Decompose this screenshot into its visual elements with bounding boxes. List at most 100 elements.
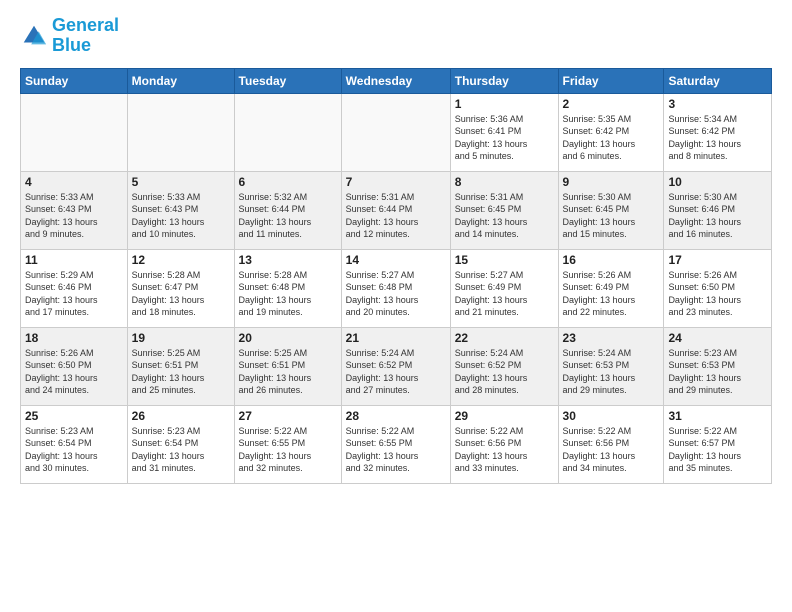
day-info: Sunrise: 5:31 AM Sunset: 6:44 PM Dayligh… [346, 191, 446, 241]
calendar-cell: 20 Sunrise: 5:25 AM Sunset: 6:51 PM Dayli… [234, 327, 341, 405]
day-info: Sunrise: 5:32 AM Sunset: 6:44 PM Dayligh… [239, 191, 337, 241]
day-number: 27 [239, 409, 337, 423]
day-number: 12 [132, 253, 230, 267]
day-info: Sunrise: 5:28 AM Sunset: 6:48 PM Dayligh… [239, 269, 337, 319]
day-info: Sunrise: 5:34 AM Sunset: 6:42 PM Dayligh… [668, 113, 767, 163]
calendar-cell: 5 Sunrise: 5:33 AM Sunset: 6:43 PM Daylig… [127, 171, 234, 249]
calendar-week-row: 11 Sunrise: 5:29 AM Sunset: 6:46 PM Dayli… [21, 249, 772, 327]
calendar-cell: 26 Sunrise: 5:23 AM Sunset: 6:54 PM Dayli… [127, 405, 234, 483]
day-info: Sunrise: 5:22 AM Sunset: 6:56 PM Dayligh… [455, 425, 554, 475]
calendar-cell: 3 Sunrise: 5:34 AM Sunset: 6:42 PM Daylig… [664, 93, 772, 171]
day-number: 7 [346, 175, 446, 189]
calendar-cell: 18Sunrise: 5:26 AM Sunset: 6:50 PM Dayli… [21, 327, 128, 405]
day-info: Sunrise: 5:22 AM Sunset: 6:57 PM Dayligh… [668, 425, 767, 475]
weekday-header-wednesday: Wednesday [341, 68, 450, 93]
calendar-cell: 24 Sunrise: 5:23 AM Sunset: 6:53 PM Dayli… [664, 327, 772, 405]
calendar-cell: 7 Sunrise: 5:31 AM Sunset: 6:44 PM Daylig… [341, 171, 450, 249]
day-number: 4 [25, 175, 123, 189]
day-number: 8 [455, 175, 554, 189]
day-number: 1 [455, 97, 554, 111]
calendar-cell: 4 Sunrise: 5:33 AM Sunset: 6:43 PM Daylig… [21, 171, 128, 249]
day-info: Sunrise: 5:29 AM Sunset: 6:46 PM Dayligh… [25, 269, 123, 319]
day-info: Sunrise: 5:26 AM Sunset: 6:50 PM Dayligh… [668, 269, 767, 319]
day-number: 11 [25, 253, 123, 267]
calendar-cell: 28Sunrise: 5:22 AM Sunset: 6:55 PM Dayli… [341, 405, 450, 483]
day-number: 25 [25, 409, 123, 423]
day-number: 10 [668, 175, 767, 189]
day-number: 30 [563, 409, 660, 423]
calendar-cell: 12 Sunrise: 5:28 AM Sunset: 6:47 PM Dayli… [127, 249, 234, 327]
day-info: Sunrise: 5:36 AM Sunset: 6:41 PM Dayligh… [455, 113, 554, 163]
day-number: 15 [455, 253, 554, 267]
page: General Blue SundayMondayTuesdayWednesda… [0, 0, 792, 612]
day-number: 31 [668, 409, 767, 423]
day-info: Sunrise: 5:28 AM Sunset: 6:47 PM Dayligh… [132, 269, 230, 319]
calendar-cell: 29 Sunrise: 5:22 AM Sunset: 6:56 PM Dayli… [450, 405, 558, 483]
calendar-cell: 9 Sunrise: 5:30 AM Sunset: 6:45 PM Daylig… [558, 171, 664, 249]
weekday-header-thursday: Thursday [450, 68, 558, 93]
day-number: 20 [239, 331, 337, 345]
calendar-cell: 8 Sunrise: 5:31 AM Sunset: 6:45 PM Daylig… [450, 171, 558, 249]
calendar-cell: 21 Sunrise: 5:24 AM Sunset: 6:52 PM Dayli… [341, 327, 450, 405]
day-info: Sunrise: 5:23 AM Sunset: 6:54 PM Dayligh… [25, 425, 123, 475]
calendar-cell: 27 Sunrise: 5:22 AM Sunset: 6:55 PM Dayli… [234, 405, 341, 483]
day-info: Sunrise: 5:22 AM Sunset: 6:56 PM Dayligh… [563, 425, 660, 475]
day-number: 19 [132, 331, 230, 345]
logo: General Blue [20, 16, 119, 56]
calendar-cell: 10Sunrise: 5:30 AM Sunset: 6:46 PM Dayli… [664, 171, 772, 249]
day-info: Sunrise: 5:24 AM Sunset: 6:52 PM Dayligh… [455, 347, 554, 397]
day-info: Sunrise: 5:23 AM Sunset: 6:53 PM Dayligh… [668, 347, 767, 397]
day-info: Sunrise: 5:26 AM Sunset: 6:49 PM Dayligh… [563, 269, 660, 319]
day-info: Sunrise: 5:31 AM Sunset: 6:45 PM Dayligh… [455, 191, 554, 241]
calendar-cell: 14Sunrise: 5:27 AM Sunset: 6:48 PM Dayli… [341, 249, 450, 327]
calendar-cell: 11 Sunrise: 5:29 AM Sunset: 6:46 PM Dayli… [21, 249, 128, 327]
weekday-header-saturday: Saturday [664, 68, 772, 93]
day-number: 6 [239, 175, 337, 189]
logo-text: General Blue [52, 16, 119, 56]
day-number: 18 [25, 331, 123, 345]
calendar-table: SundayMondayTuesdayWednesdayThursdayFrid… [20, 68, 772, 484]
calendar-cell: 16Sunrise: 5:26 AM Sunset: 6:49 PM Dayli… [558, 249, 664, 327]
day-info: Sunrise: 5:22 AM Sunset: 6:55 PM Dayligh… [239, 425, 337, 475]
day-info: Sunrise: 5:33 AM Sunset: 6:43 PM Dayligh… [25, 191, 123, 241]
calendar-cell: 2Sunrise: 5:35 AM Sunset: 6:42 PM Daylig… [558, 93, 664, 171]
calendar-cell: 17 Sunrise: 5:26 AM Sunset: 6:50 PM Dayli… [664, 249, 772, 327]
weekday-header-tuesday: Tuesday [234, 68, 341, 93]
day-number: 21 [346, 331, 446, 345]
day-info: Sunrise: 5:24 AM Sunset: 6:52 PM Dayligh… [346, 347, 446, 397]
header: General Blue [20, 16, 772, 56]
calendar-cell: 30 Sunrise: 5:22 AM Sunset: 6:56 PM Dayli… [558, 405, 664, 483]
day-info: Sunrise: 5:33 AM Sunset: 6:43 PM Dayligh… [132, 191, 230, 241]
day-info: Sunrise: 5:30 AM Sunset: 6:45 PM Dayligh… [563, 191, 660, 241]
calendar-header-row: SundayMondayTuesdayWednesdayThursdayFrid… [21, 68, 772, 93]
day-info: Sunrise: 5:27 AM Sunset: 6:48 PM Dayligh… [346, 269, 446, 319]
day-number: 26 [132, 409, 230, 423]
day-number: 5 [132, 175, 230, 189]
calendar-cell: 25 Sunrise: 5:23 AM Sunset: 6:54 PM Dayli… [21, 405, 128, 483]
calendar-week-row: 18Sunrise: 5:26 AM Sunset: 6:50 PM Dayli… [21, 327, 772, 405]
calendar-cell: 6 Sunrise: 5:32 AM Sunset: 6:44 PM Daylig… [234, 171, 341, 249]
weekday-header-sunday: Sunday [21, 68, 128, 93]
day-info: Sunrise: 5:23 AM Sunset: 6:54 PM Dayligh… [132, 425, 230, 475]
calendar-cell [234, 93, 341, 171]
day-number: 29 [455, 409, 554, 423]
day-info: Sunrise: 5:24 AM Sunset: 6:53 PM Dayligh… [563, 347, 660, 397]
weekday-header-friday: Friday [558, 68, 664, 93]
day-number: 3 [668, 97, 767, 111]
day-number: 23 [563, 331, 660, 345]
calendar-cell: 31 Sunrise: 5:22 AM Sunset: 6:57 PM Dayli… [664, 405, 772, 483]
calendar-cell: 13 Sunrise: 5:28 AM Sunset: 6:48 PM Dayli… [234, 249, 341, 327]
logo-icon [20, 22, 48, 50]
day-number: 9 [563, 175, 660, 189]
calendar-cell: 22 Sunrise: 5:24 AM Sunset: 6:52 PM Dayli… [450, 327, 558, 405]
day-number: 17 [668, 253, 767, 267]
calendar-cell: 23 Sunrise: 5:24 AM Sunset: 6:53 PM Dayli… [558, 327, 664, 405]
day-info: Sunrise: 5:25 AM Sunset: 6:51 PM Dayligh… [132, 347, 230, 397]
day-info: Sunrise: 5:22 AM Sunset: 6:55 PM Dayligh… [346, 425, 446, 475]
day-number: 24 [668, 331, 767, 345]
calendar-cell: 15Sunrise: 5:27 AM Sunset: 6:49 PM Dayli… [450, 249, 558, 327]
day-number: 13 [239, 253, 337, 267]
day-number: 22 [455, 331, 554, 345]
calendar-cell [127, 93, 234, 171]
day-info: Sunrise: 5:25 AM Sunset: 6:51 PM Dayligh… [239, 347, 337, 397]
